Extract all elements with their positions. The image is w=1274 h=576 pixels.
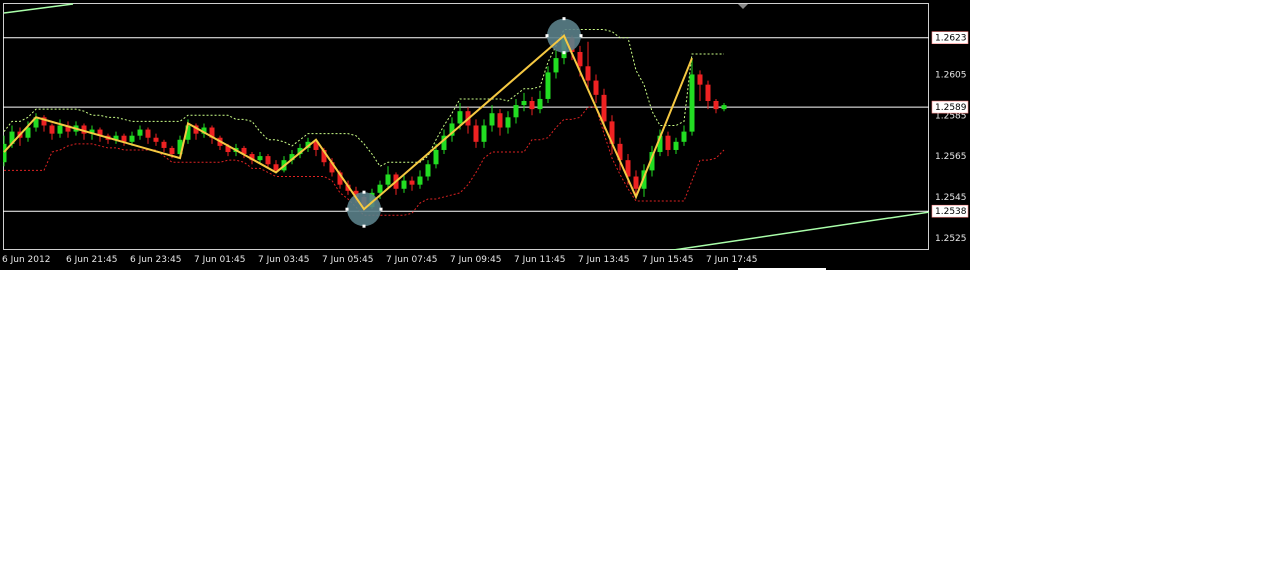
candle-body	[425, 164, 431, 177]
candle-body	[129, 135, 135, 142]
upper-band-line	[3, 29, 724, 167]
candle-body	[545, 72, 551, 99]
candle-body	[513, 105, 519, 118]
candle-body	[665, 135, 671, 150]
pivot-handle	[545, 34, 549, 38]
time-axis-label: 7 Jun 05:45	[322, 255, 374, 265]
time-axis-label: 7 Jun 13:45	[578, 255, 630, 265]
price-tag-label: 1.2623	[935, 34, 967, 44]
candle-body	[713, 100, 719, 110]
price-tag-label: 1.2538	[935, 207, 967, 217]
candle-body	[161, 141, 167, 148]
candle-body	[377, 184, 383, 193]
candle-body	[505, 117, 511, 128]
candle-body	[553, 58, 559, 73]
candle-body	[153, 137, 159, 142]
candle-body	[697, 74, 703, 85]
pivot-handle	[379, 207, 383, 211]
time-axis-label: 6 Jun 2012	[2, 255, 51, 265]
candle-body	[49, 125, 55, 134]
candle-body	[497, 113, 503, 128]
pivot-handle	[562, 51, 566, 55]
candle-body	[593, 80, 599, 95]
time-axis-label: 7 Jun 03:45	[258, 255, 310, 265]
candle-body	[145, 129, 151, 138]
chart-window: 1.2605 1.2585 1.2565 1.2545 1.2525 1.2623 1.25…	[0, 0, 970, 271]
candle-body	[169, 147, 175, 155]
time-axis-label: 7 Jun 15:45	[642, 255, 694, 265]
candle-body	[529, 100, 535, 110]
candle-body	[137, 129, 143, 136]
candle-body	[273, 164, 279, 171]
candle-body	[265, 156, 271, 165]
candle-body	[673, 141, 679, 150]
time-axis-label: 7 Jun 11:45	[514, 255, 566, 265]
candle-body	[57, 125, 63, 134]
candle-body	[585, 66, 591, 81]
price-axis-label: 1.2565	[935, 152, 967, 162]
trendline-bottom-right	[668, 211, 929, 250]
price-axis-label: 1.2605	[935, 70, 967, 80]
candle-body	[521, 100, 527, 106]
candle-body	[3, 143, 7, 163]
candle-body	[601, 94, 607, 122]
time-axis-label: 7 Jun 01:45	[194, 255, 246, 265]
candle-body	[257, 156, 263, 161]
trendline-top-left	[3, 3, 74, 14]
pivot-handle	[345, 207, 349, 211]
time-axis-label: 7 Jun 17:45	[706, 255, 758, 265]
price-axis-label: 1.2525	[935, 234, 967, 244]
time-axis-label: 7 Jun 07:45	[386, 255, 438, 265]
candle-body	[385, 174, 391, 185]
candle-body	[705, 84, 711, 101]
candle-body	[457, 111, 463, 124]
pivot-handle	[362, 224, 366, 228]
time-axis-label: 7 Jun 09:45	[450, 255, 502, 265]
candle-body	[633, 176, 639, 189]
chart-shift-marker	[738, 4, 748, 9]
pivot-handle	[562, 17, 566, 21]
price-axis-label: 1.2545	[935, 193, 967, 203]
time-axis-label: 6 Jun 21:45	[66, 255, 118, 265]
price-chart-svg[interactable]: 1.26051.25851.25651.25451.25251.26231.25…	[0, 0, 970, 270]
candle-body	[481, 125, 487, 142]
scrollbar-indicator	[738, 268, 826, 271]
candle-body	[537, 98, 543, 110]
candle-body	[721, 105, 727, 110]
candle-body	[417, 176, 423, 185]
candle-body	[409, 180, 415, 185]
candle-body	[689, 74, 695, 132]
candle-body	[489, 113, 495, 126]
time-axis-label: 6 Jun 23:45	[130, 255, 182, 265]
pivot-handle	[579, 34, 583, 38]
candle-body	[577, 51, 583, 67]
plot-layer	[3, 3, 929, 250]
price-tag-label: 1.2589	[935, 103, 967, 113]
pivot-handle	[362, 190, 366, 194]
candle-body	[473, 125, 479, 142]
candle-body	[433, 149, 439, 165]
candle-body	[401, 180, 407, 189]
candle-body	[681, 131, 687, 142]
